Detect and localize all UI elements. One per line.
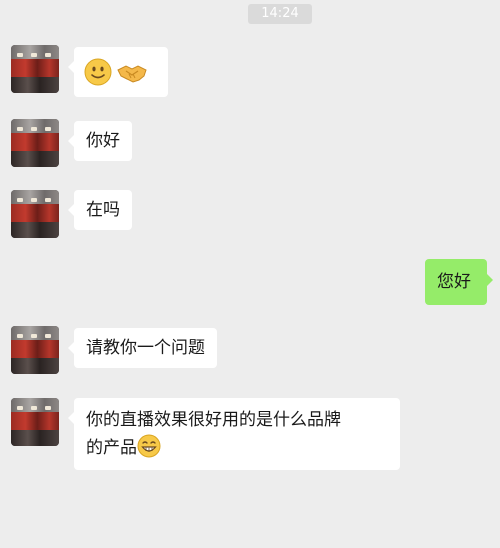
message-bubble[interactable]: 在吗 (68, 190, 132, 230)
grin-icon (137, 434, 161, 458)
avatar[interactable] (11, 190, 59, 238)
avatar[interactable] (11, 398, 59, 446)
smile-icon (84, 58, 112, 86)
message-bubble[interactable]: 你的直播效果很好用的是什么品牌 的产品 (68, 398, 400, 470)
timestamp-badge: 14:24 (248, 4, 312, 24)
avatar[interactable] (11, 45, 59, 93)
message-bubble[interactable] (68, 47, 168, 97)
handshake-icon (117, 65, 148, 83)
message-bubble-outgoing[interactable]: 您好 (425, 259, 493, 305)
message-text-line: 你的直播效果很好用的是什么品牌 (86, 410, 341, 430)
message-bubble[interactable]: 你好 (68, 121, 132, 161)
message-text-segment: 的产品 (86, 438, 137, 458)
message-bubble[interactable]: 请教你一个问题 (68, 328, 217, 368)
avatar[interactable] (11, 326, 59, 374)
message-text-line: 的产品 (86, 434, 388, 462)
avatar[interactable] (11, 119, 59, 167)
